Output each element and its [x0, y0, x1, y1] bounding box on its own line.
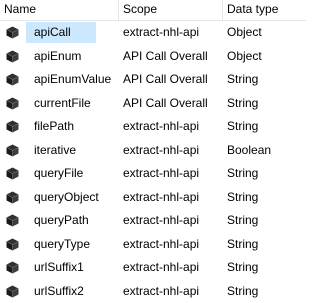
variable-data-type: String: [227, 236, 259, 251]
variable-name: currentFile: [34, 95, 91, 110]
variable-row[interactable]: apiEnum API Call Overall Object: [0, 45, 306, 69]
variable-data-type: String: [227, 213, 259, 227]
variable-name: apiEnum: [34, 48, 82, 63]
variable-data-type: String: [227, 283, 259, 298]
variable-cube-icon: [6, 50, 19, 63]
variable-data-type: Object: [227, 25, 262, 39]
variable-data-type: Boolean: [227, 142, 272, 157]
variable-scope: extract-nhl-api: [123, 236, 200, 251]
variable-name: iterative: [34, 142, 77, 157]
variable-scope: extract-nhl-api: [123, 189, 200, 204]
variable-scope: API Call Overall: [123, 72, 208, 86]
variable-cube-icon: [6, 261, 19, 274]
variable-data-type: String: [227, 95, 259, 110]
variable-cube-icon: [6, 238, 19, 251]
variable-row[interactable]: queryObject extract-nhl-api String: [0, 186, 306, 210]
variable-scope: extract-nhl-api: [123, 166, 200, 180]
variable-name: urlSuffix2: [34, 283, 84, 298]
variable-name: queryObject: [34, 189, 99, 204]
variable-cube-icon: [6, 73, 19, 86]
variable-cube-icon: [6, 97, 19, 110]
variable-row[interactable]: urlSuffix1 extract-nhl-api String: [0, 256, 306, 280]
variable-name: filePath: [34, 119, 75, 133]
variable-scope: extract-nhl-api: [123, 142, 200, 157]
variable-name: apiEnumValue: [34, 72, 112, 86]
variable-data-type: String: [227, 260, 259, 274]
variable-name: queryType: [34, 236, 91, 251]
variable-cube-icon: [6, 167, 19, 180]
variable-row[interactable]: apiCall extract-nhl-api Object: [0, 21, 306, 45]
variable-cube-icon: [6, 191, 19, 204]
variable-row[interactable]: queryFile extract-nhl-api String: [0, 162, 306, 186]
variable-row[interactable]: iterative extract-nhl-api Boolean: [0, 139, 306, 163]
variable-rows: apiCall extract-nhl-api Object apiEnum API C…: [0, 21, 306, 303]
variable-cube-icon: [6, 26, 19, 39]
variable-cube-icon: [6, 144, 19, 157]
variable-data-type: String: [227, 189, 259, 204]
variable-cube-icon: [6, 214, 19, 227]
variable-data-type: String: [227, 72, 259, 86]
variable-scope: API Call Overall: [123, 95, 208, 110]
variable-cube-icon: [6, 120, 19, 133]
variable-data-type: String: [227, 119, 259, 133]
variable-row[interactable]: currentFile API Call Overall String: [0, 92, 306, 116]
variable-name: queryFile: [34, 166, 84, 180]
variable-row[interactable]: queryType extract-nhl-api String: [0, 233, 306, 257]
variable-data-type: Object: [227, 48, 262, 63]
variables-grid: Name Scope Data type apiCall extract-nhl-…: [0, 0, 306, 303]
variable-scope: extract-nhl-api: [123, 119, 200, 133]
variable-data-type: String: [227, 166, 259, 180]
variable-scope: API Call Overall: [123, 48, 208, 63]
variable-name: apiCall: [34, 25, 71, 39]
variable-scope: extract-nhl-api: [123, 25, 200, 39]
column-header-data-type[interactable]: Data type: [223, 0, 306, 20]
variable-scope: extract-nhl-api: [123, 283, 200, 298]
variable-scope: extract-nhl-api: [123, 213, 200, 227]
column-header-scope[interactable]: Scope: [119, 0, 223, 20]
variable-scope: extract-nhl-api: [123, 260, 200, 274]
variable-row[interactable]: urlSuffix2 extract-nhl-api String: [0, 280, 306, 303]
variable-cube-icon: [6, 285, 19, 298]
variable-name: queryPath: [34, 213, 89, 227]
variable-row[interactable]: filePath extract-nhl-api String: [0, 115, 306, 139]
variable-row[interactable]: queryPath extract-nhl-api String: [0, 209, 306, 233]
variable-name: urlSuffix1: [34, 260, 84, 274]
column-header-name[interactable]: Name: [0, 0, 119, 20]
variable-row[interactable]: apiEnumValue API Call Overall String: [0, 68, 306, 92]
column-header-row: Name Scope Data type: [0, 0, 306, 21]
